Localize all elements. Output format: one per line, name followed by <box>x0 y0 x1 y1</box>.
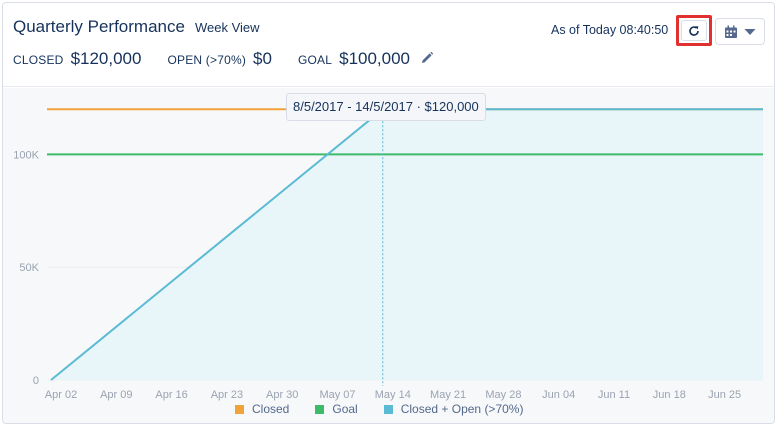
legend-swatch-closed-open <box>383 404 393 414</box>
x-tick-label: May 14 <box>375 389 411 401</box>
x-tick-label: Apr 02 <box>45 389 77 401</box>
y-tick-label: 100K <box>13 149 39 161</box>
legend-item-closed[interactable]: Closed <box>235 402 289 416</box>
chevron-down-icon <box>744 28 756 35</box>
card-header: Quarterly Performance Week View CLOSED $… <box>3 3 774 87</box>
x-tick-label: Jun 25 <box>708 389 741 401</box>
x-tick-label: May 07 <box>319 389 355 401</box>
legend-swatch-closed <box>235 404 244 414</box>
metrics-row: CLOSED $120,000 OPEN (>70%) $0 GOAL $100… <box>13 49 434 69</box>
date-range-dropdown[interactable] <box>715 18 765 45</box>
y-tick-label: 50K <box>19 262 39 274</box>
x-tick-label: Jun 11 <box>598 389 630 401</box>
x-tick-label: May 28 <box>485 389 521 401</box>
performance-chart: 0 50K 100K Apr 02 Apr 09 Apr 16 Apr 23 Apr 30 Ma… <box>13 102 763 401</box>
y-tick-label: 0 <box>33 375 39 387</box>
area-fill-closed-open <box>51 109 763 380</box>
closed-label: CLOSED <box>13 53 64 67</box>
goal-label: GOAL <box>297 53 333 67</box>
refresh-icon <box>689 25 699 36</box>
view-label: Week View <box>195 20 260 35</box>
legend-item-closed-open[interactable]: Closed + Open (>70%) <box>383 402 524 416</box>
legend-swatch-goal <box>315 404 325 414</box>
as-of-timestamp: As of Today 08:40:50 <box>551 23 669 37</box>
legend-label-closed: Closed <box>252 402 290 416</box>
x-tick-label: May 21 <box>430 389 466 401</box>
x-tick-label: Jun 18 <box>653 389 686 401</box>
refresh-button[interactable] <box>676 15 712 46</box>
open-value: $0 <box>253 49 272 68</box>
legend-item-goal[interactable]: Goal <box>315 402 358 416</box>
open-label: OPEN (>70%) <box>167 53 247 67</box>
calendar-icon <box>725 25 737 38</box>
x-tick-label: Apr 30 <box>266 389 298 401</box>
x-tick-label: Apr 16 <box>155 389 187 401</box>
chart-area: 0 50K 100K Apr 02 Apr 09 Apr 16 Apr 23 Apr 30 Ma… <box>3 88 774 423</box>
x-tick-label: Apr 23 <box>211 389 243 401</box>
legend-label-closed-open: Closed + Open (>70%) <box>400 402 524 416</box>
quarterly-performance-card: Quarterly Performance Week View CLOSED $… <box>2 2 775 424</box>
card-title: Quarterly Performance <box>13 17 185 36</box>
chart-legend: Closed Goal Closed + Open (>70%) <box>235 402 549 416</box>
x-tick-label: Apr 09 <box>100 389 132 401</box>
pencil-icon[interactable] <box>420 51 434 65</box>
legend-label-goal: Goal <box>332 402 358 416</box>
x-tick-label: Jun 04 <box>542 389 575 401</box>
goal-value: $100,000 <box>339 49 411 68</box>
closed-value: $120,000 <box>70 49 142 68</box>
chart-tooltip: 8/5/2017 - 14/5/2017 · $120,000 <box>286 93 486 121</box>
